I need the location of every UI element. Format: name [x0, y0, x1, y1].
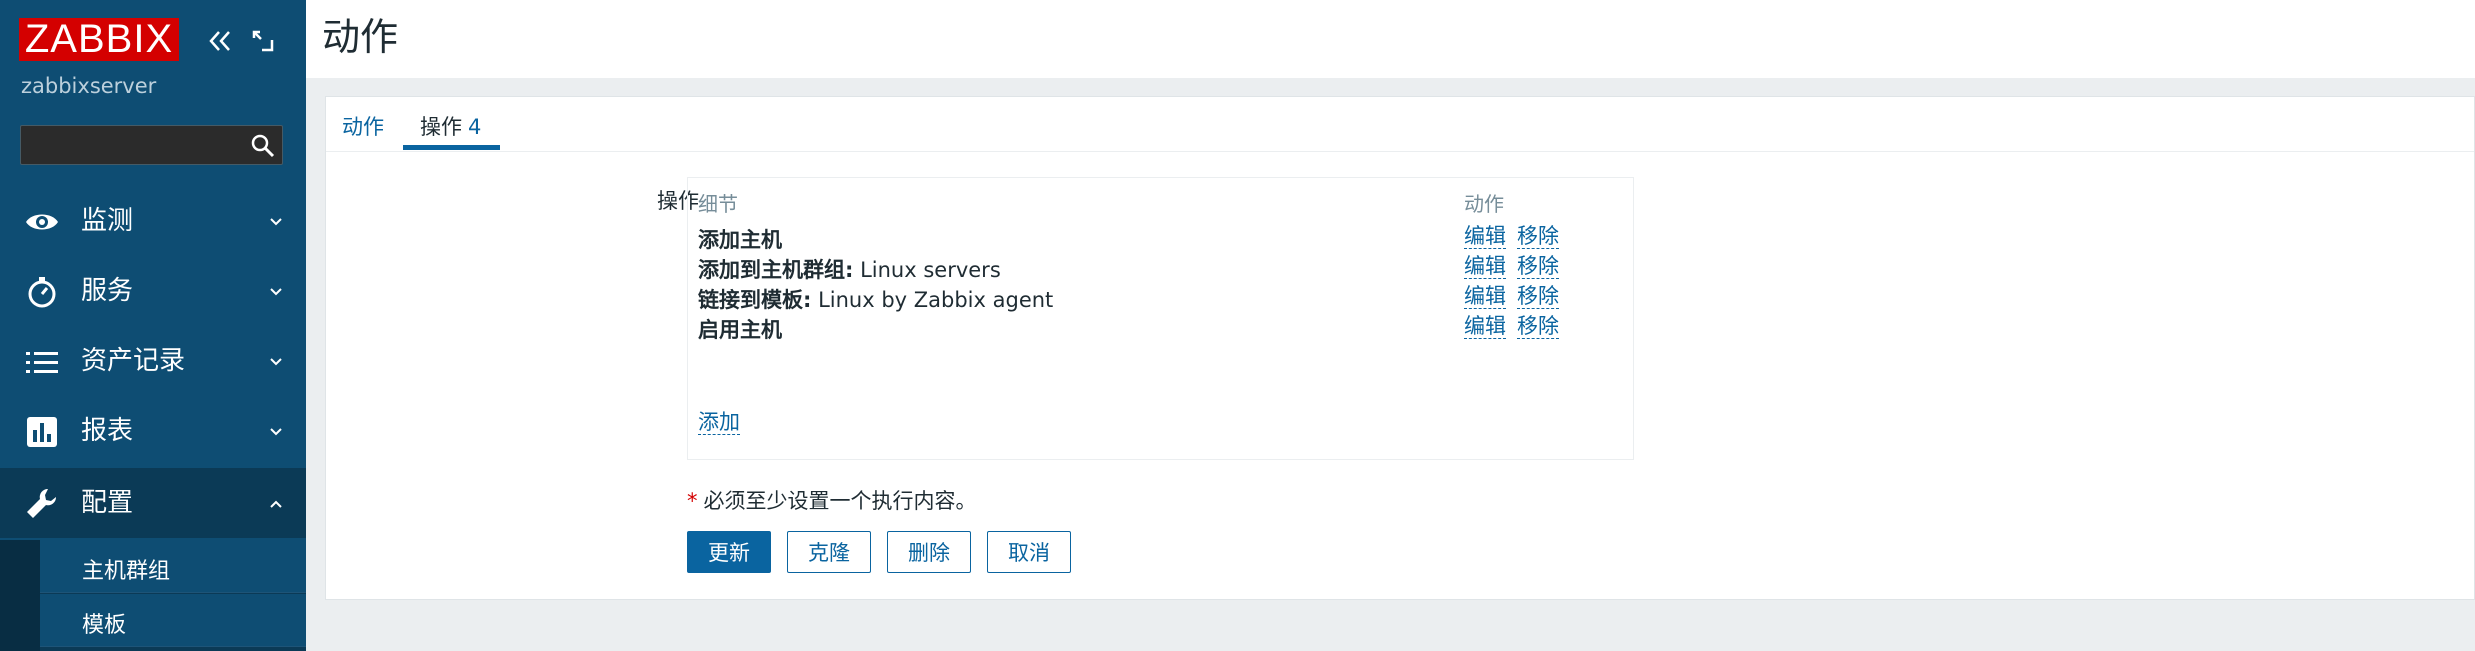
chevron-down-icon: [270, 288, 282, 296]
tab-count: 4: [468, 115, 482, 139]
menu-item-reports[interactable]: 报表: [0, 396, 306, 466]
menu-label: 监测: [81, 206, 134, 236]
action-form-card: 动作 操作 4 操作 细节 动作 添加主机 编辑 移除 添加到主机群组: Linu…: [325, 96, 2475, 600]
menu-item-monitoring[interactable]: 监测: [0, 186, 306, 256]
menu-label: 报表: [81, 416, 134, 446]
eye-icon: [26, 214, 58, 230]
stopwatch-icon: [28, 277, 56, 308]
menu-label: 资产记录: [81, 346, 186, 376]
search-input[interactable]: [21, 126, 241, 164]
operation-detail: 启用主机: [698, 318, 782, 342]
chevron-down-icon: [270, 358, 282, 366]
tab-action[interactable]: 动作: [342, 111, 384, 141]
submenu-strip: [0, 540, 40, 651]
submenu-item-host-groups[interactable]: 主机群组: [40, 540, 306, 593]
clone-button[interactable]: 克隆: [787, 531, 871, 573]
column-header-action: 动作: [1464, 192, 1504, 216]
remove-link[interactable]: 移除: [1517, 314, 1559, 339]
menu-label: 配置: [81, 488, 134, 518]
delete-button[interactable]: 删除: [887, 531, 971, 573]
required-note: * 必须至少设置一个执行内容。: [687, 485, 977, 515]
configuration-submenu: 主机群组 模板: [0, 540, 306, 651]
add-operation-link[interactable]: 添加: [698, 410, 740, 435]
update-button[interactable]: 更新: [687, 531, 771, 573]
bar-chart-icon: [27, 417, 57, 447]
menu-item-configuration[interactable]: 配置: [0, 468, 306, 538]
chevron-up-icon: [270, 500, 282, 508]
tab-label: 操作: [420, 115, 462, 139]
submenu-item-templates[interactable]: 模板: [40, 594, 306, 647]
menu-item-services[interactable]: 服务: [0, 256, 306, 326]
kiosk-mode-icon[interactable]: [248, 26, 278, 56]
tab-operations[interactable]: 操作 4: [420, 111, 481, 141]
tab-bar: 动作 操作 4: [326, 97, 2474, 152]
page-header: 动作: [306, 0, 2475, 78]
required-note-text: 必须至少设置一个执行内容。: [703, 489, 977, 513]
submenu-label: 模板: [82, 613, 127, 638]
zabbix-logo[interactable]: ZABBIX: [19, 18, 179, 61]
table-row: 启用主机 编辑 移除: [688, 306, 1633, 353]
search-icon[interactable]: [250, 133, 276, 159]
menu-label: 服务: [81, 276, 134, 306]
wrench-icon: [27, 488, 57, 518]
edit-link[interactable]: 编辑: [1464, 314, 1506, 339]
menu-item-inventory[interactable]: 资产记录: [0, 326, 306, 396]
column-header-detail: 细节: [698, 192, 738, 216]
chevron-down-icon: [270, 428, 282, 436]
chevron-down-icon: [270, 218, 282, 226]
operations-table: 细节 动作 添加主机 编辑 移除 添加到主机群组: Linux servers …: [687, 177, 1634, 460]
server-name: zabbixserver: [21, 74, 157, 98]
search-box: [20, 125, 283, 165]
list-icon: [26, 352, 58, 373]
cancel-button[interactable]: 取消: [987, 531, 1071, 573]
required-star: *: [687, 489, 698, 513]
page-title: 动作: [322, 15, 399, 59]
collapse-sidebar-icon[interactable]: [205, 26, 235, 56]
active-tab-indicator: [403, 145, 500, 150]
sidebar: ZABBIX zabbixserver 监测 服务 资产记录 报表 配置 主机群…: [0, 0, 306, 651]
submenu-label: 主机群组: [82, 559, 171, 584]
